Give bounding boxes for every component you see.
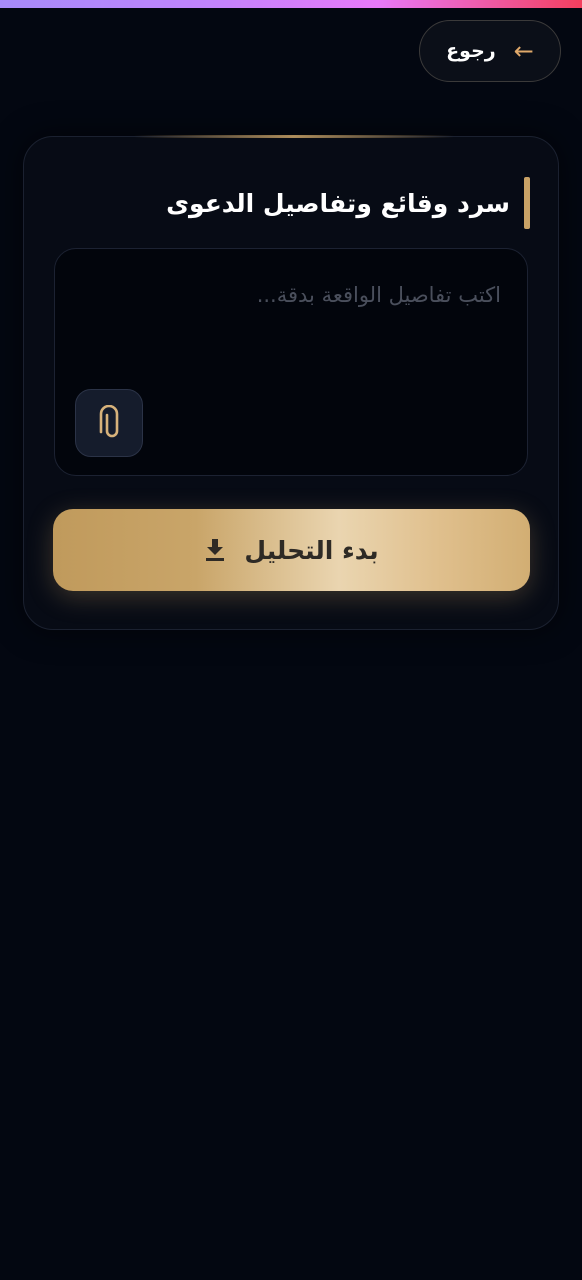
case-details-field — [54, 248, 528, 476]
title-accent-bar — [524, 177, 530, 229]
arrow-left-icon: ← — [513, 37, 534, 65]
start-analysis-label: بدء التحليل — [244, 535, 379, 565]
attach-file-button[interactable] — [75, 389, 143, 457]
paperclip-icon — [99, 405, 119, 438]
back-button[interactable]: ← رجوع — [419, 20, 561, 82]
back-button-label: رجوع — [446, 40, 496, 62]
card-title: سرد وقائع وتفاصيل الدعوى — [166, 188, 510, 218]
start-analysis-button[interactable]: بدء التحليل — [53, 509, 530, 591]
card-top-glow — [134, 135, 454, 138]
download-icon — [206, 539, 225, 561]
card-header: سرد وقائع وتفاصيل الدعوى — [166, 177, 530, 229]
top-gradient-bar — [0, 0, 582, 8]
case-details-card: سرد وقائع وتفاصيل الدعوى بدء التحليل — [23, 135, 559, 630]
